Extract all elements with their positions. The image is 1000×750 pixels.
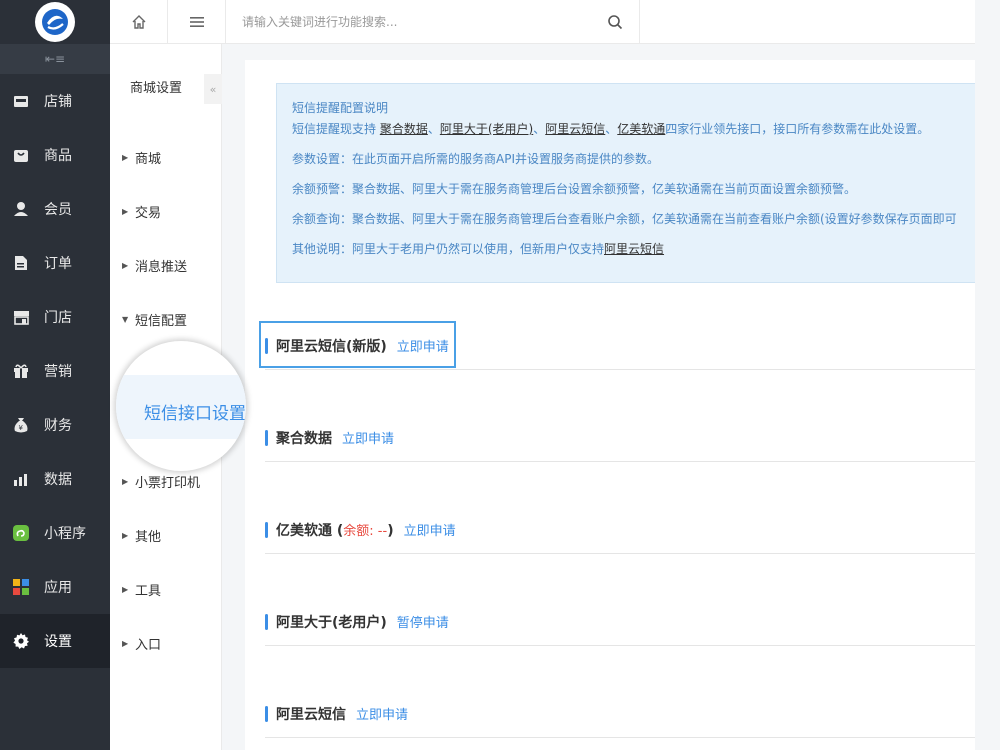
caret-right-icon: ▶: [122, 260, 129, 270]
home-button[interactable]: [110, 0, 168, 44]
caret-right-icon: ▶: [122, 638, 129, 648]
provider-link-yimei[interactable]: 亿美软通: [617, 122, 665, 136]
provider-link-aliyun[interactable]: 阿里云短信: [545, 122, 605, 136]
caret-right-icon: ▶: [122, 530, 129, 540]
balance-value: 余额: --: [343, 523, 388, 539]
caret-down-icon: ▼: [122, 314, 129, 324]
section-aliyun-new: 阿里云短信(新版) 立即申请: [265, 322, 975, 370]
top-header: [110, 0, 975, 44]
gift-icon: [12, 362, 30, 380]
main-sidebar: ⇤≡ 店铺 商品 会员 订单 门店 营销 ¥ 财务 数据 小程序 应用 设置: [0, 0, 110, 750]
notice-other: 其他说明：阿里大于老用户仍然可以使用，但新用户仅支持阿里云短信: [292, 242, 665, 256]
provider-link-alidayu[interactable]: 阿里大于(老用户): [440, 122, 533, 136]
section-marker: [265, 337, 268, 354]
section-marker: [265, 429, 268, 446]
subnav-item-other[interactable]: ▶ 其他: [110, 508, 221, 562]
subnav-item-sms[interactable]: ▼ 短信配置: [110, 292, 221, 346]
double-chevron-left-icon: «: [209, 82, 217, 96]
paused-apply-button[interactable]: 暂停申请: [397, 612, 449, 631]
caret-right-icon: ▶: [122, 206, 129, 216]
sidebar-item-miniapp[interactable]: 小程序: [0, 506, 110, 560]
logo-icon: [35, 2, 75, 42]
section-title: 阿里大于(老用户): [276, 614, 387, 631]
content-panel: 短信提醒配置说明 短信提醒现支持 聚合数据、阿里大于(老用户)、阿里云短信、亿美…: [245, 60, 976, 750]
member-icon: [12, 200, 30, 218]
notice-support: 短信提醒现支持 聚合数据、阿里大于(老用户)、阿里云短信、亿美软通四家行业领先接…: [292, 122, 930, 136]
notice-param: 参数设置：在此页面开启所需的服务商API并设置服务商提供的参数。: [292, 152, 659, 166]
chart-icon: [12, 470, 30, 488]
section-aliyun: 阿里云短信 立即申请: [265, 690, 975, 738]
subnav-item-tools[interactable]: ▶ 工具: [110, 562, 221, 616]
sidebar-item-marketing[interactable]: 营销: [0, 344, 110, 398]
caret-right-icon: ▶: [122, 152, 129, 162]
menu-icon: [189, 17, 204, 27]
sidebar-item-order[interactable]: 订单: [0, 236, 110, 290]
sidebar-item-member[interactable]: 会员: [0, 182, 110, 236]
apply-button[interactable]: 立即申请: [397, 336, 449, 355]
svg-text:¥: ¥: [19, 424, 24, 432]
caret-right-icon: ▶: [122, 584, 129, 594]
apps-icon: [12, 578, 30, 596]
goods-icon: [12, 146, 30, 164]
sidebar-collapse-button[interactable]: ⇤≡: [0, 44, 110, 74]
sidebar-item-settings[interactable]: 设置: [0, 614, 110, 668]
notice-title: 短信提醒配置说明: [292, 101, 389, 115]
apply-button[interactable]: 立即申请: [342, 428, 394, 447]
notice-balance-warn: 余额预警：聚合数据、阿里大于需在服务商管理后台设置余额预警，亿美软通需在当前页面…: [292, 182, 857, 196]
subnav-fold-button[interactable]: «: [204, 74, 222, 104]
sidebar-item-store[interactable]: 店铺: [0, 74, 110, 128]
window-edge: [975, 0, 1000, 750]
section-title: 阿里云短信: [276, 706, 346, 723]
section-alidayu: 阿里大于(老用户) 暂停申请: [265, 598, 975, 646]
section-marker: [265, 705, 268, 722]
sidebar-item-goods[interactable]: 商品: [0, 128, 110, 182]
logo[interactable]: [0, 0, 110, 44]
magnifier-callout: 短信接口设置: [116, 341, 246, 471]
subnav-item-entry[interactable]: ▶ 入口: [110, 616, 221, 670]
notice-balance-query: 余额查询：聚合数据、阿里大于需在服务商管理后台查看账户余额，亿美软通需在当前查看…: [292, 212, 957, 226]
section-marker: [265, 613, 268, 630]
collapse-icon: ⇤≡: [44, 52, 66, 66]
miniapp-icon: [12, 524, 30, 542]
shop-icon: [12, 308, 30, 326]
search-input[interactable]: [242, 15, 607, 29]
search-icon[interactable]: [607, 14, 623, 30]
apply-button[interactable]: 立即申请: [356, 704, 408, 723]
subnav-item-trade[interactable]: ▶ 交易: [110, 184, 221, 238]
gear-icon: [12, 632, 30, 650]
section-title: 聚合数据: [276, 430, 332, 447]
section-title: 阿里云短信(新版): [276, 338, 387, 355]
subnav-item-push[interactable]: ▶ 消息推送: [110, 238, 221, 292]
provider-link-juhe[interactable]: 聚合数据: [380, 122, 428, 136]
subnav-item-mall[interactable]: ▶ 商城: [110, 130, 221, 184]
caret-right-icon: ▶: [122, 476, 129, 486]
sidebar-item-finance[interactable]: ¥ 财务: [0, 398, 110, 452]
sidebar-item-shop[interactable]: 门店: [0, 290, 110, 344]
apply-button[interactable]: 立即申请: [404, 520, 456, 539]
money-bag-icon: ¥: [12, 416, 30, 434]
order-icon: [12, 254, 30, 272]
section-marker: [265, 521, 268, 538]
store-icon: [12, 92, 30, 110]
home-icon: [132, 15, 145, 29]
subnav-item-sms-api-settings[interactable]: 短信接口设置: [144, 399, 246, 424]
main-nav: 店铺 商品 会员 订单 门店 营销 ¥ 财务 数据 小程序 应用 设置: [0, 74, 110, 668]
sidebar-item-data[interactable]: 数据: [0, 452, 110, 506]
menu-button[interactable]: [168, 0, 226, 44]
section-juhe: 聚合数据 立即申请: [265, 414, 975, 462]
sidebar-item-apps[interactable]: 应用: [0, 560, 110, 614]
section-yimei: 亿美软通 (余额: --) 立即申请: [265, 506, 975, 554]
aliyun-sms-link[interactable]: 阿里云短信: [604, 242, 664, 256]
sms-config-notice: 短信提醒配置说明 短信提醒现支持 聚合数据、阿里大于(老用户)、阿里云短信、亿美…: [276, 83, 976, 283]
search-bar: [226, 0, 640, 44]
section-title: 亿美软通 (余额: --): [276, 522, 394, 539]
